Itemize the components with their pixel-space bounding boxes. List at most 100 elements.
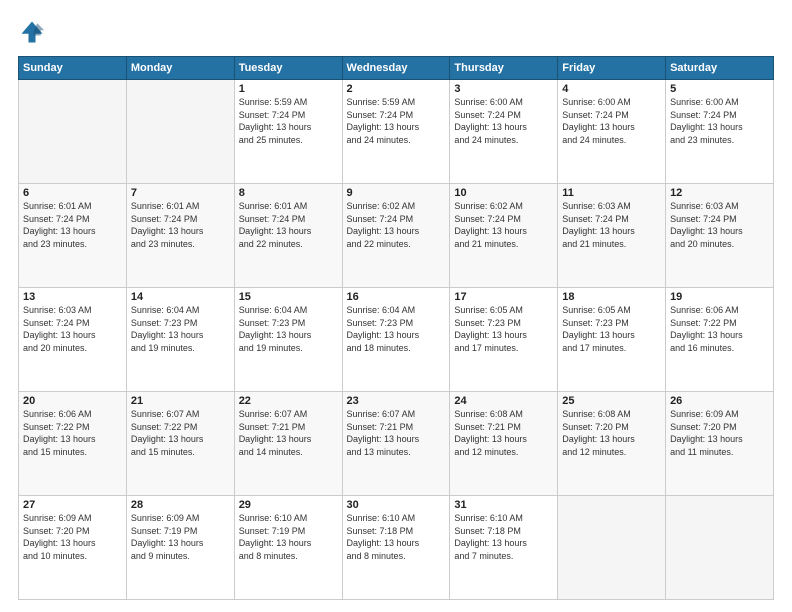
day-number: 27 [23, 499, 122, 511]
calendar-cell: 30Sunrise: 6:10 AM Sunset: 7:18 PM Dayli… [342, 496, 450, 600]
day-number: 8 [239, 187, 338, 199]
day-number: 4 [562, 83, 661, 95]
day-info: Sunrise: 5:59 AM Sunset: 7:24 PM Dayligh… [239, 96, 338, 146]
day-number: 17 [454, 291, 553, 303]
calendar-cell: 23Sunrise: 6:07 AM Sunset: 7:21 PM Dayli… [342, 392, 450, 496]
day-number: 6 [23, 187, 122, 199]
day-info: Sunrise: 6:06 AM Sunset: 7:22 PM Dayligh… [670, 304, 769, 354]
day-info: Sunrise: 6:03 AM Sunset: 7:24 PM Dayligh… [562, 200, 661, 250]
calendar-cell: 6Sunrise: 6:01 AM Sunset: 7:24 PM Daylig… [19, 184, 127, 288]
calendar-week-row: 20Sunrise: 6:06 AM Sunset: 7:22 PM Dayli… [19, 392, 774, 496]
logo-icon [18, 18, 46, 46]
logo [18, 18, 50, 46]
calendar-week-row: 1Sunrise: 5:59 AM Sunset: 7:24 PM Daylig… [19, 80, 774, 184]
calendar-cell: 17Sunrise: 6:05 AM Sunset: 7:23 PM Dayli… [450, 288, 558, 392]
calendar-cell: 29Sunrise: 6:10 AM Sunset: 7:19 PM Dayli… [234, 496, 342, 600]
calendar-cell: 4Sunrise: 6:00 AM Sunset: 7:24 PM Daylig… [558, 80, 666, 184]
calendar-cell: 5Sunrise: 6:00 AM Sunset: 7:24 PM Daylig… [666, 80, 774, 184]
day-number: 26 [670, 395, 769, 407]
calendar-cell: 14Sunrise: 6:04 AM Sunset: 7:23 PM Dayli… [126, 288, 234, 392]
calendar-cell: 28Sunrise: 6:09 AM Sunset: 7:19 PM Dayli… [126, 496, 234, 600]
calendar-cell: 21Sunrise: 6:07 AM Sunset: 7:22 PM Dayli… [126, 392, 234, 496]
calendar-cell: 11Sunrise: 6:03 AM Sunset: 7:24 PM Dayli… [558, 184, 666, 288]
calendar-cell: 26Sunrise: 6:09 AM Sunset: 7:20 PM Dayli… [666, 392, 774, 496]
calendar-week-row: 27Sunrise: 6:09 AM Sunset: 7:20 PM Dayli… [19, 496, 774, 600]
calendar-cell [19, 80, 127, 184]
day-number: 9 [347, 187, 446, 199]
calendar-table: SundayMondayTuesdayWednesdayThursdayFrid… [18, 56, 774, 600]
calendar-cell: 13Sunrise: 6:03 AM Sunset: 7:24 PM Dayli… [19, 288, 127, 392]
day-info: Sunrise: 6:10 AM Sunset: 7:18 PM Dayligh… [347, 512, 446, 562]
weekday-header-thursday: Thursday [450, 57, 558, 80]
day-number: 20 [23, 395, 122, 407]
calendar-cell: 12Sunrise: 6:03 AM Sunset: 7:24 PM Dayli… [666, 184, 774, 288]
calendar-cell: 19Sunrise: 6:06 AM Sunset: 7:22 PM Dayli… [666, 288, 774, 392]
day-number: 30 [347, 499, 446, 511]
day-info: Sunrise: 6:09 AM Sunset: 7:20 PM Dayligh… [23, 512, 122, 562]
calendar-cell: 31Sunrise: 6:10 AM Sunset: 7:18 PM Dayli… [450, 496, 558, 600]
calendar-week-row: 13Sunrise: 6:03 AM Sunset: 7:24 PM Dayli… [19, 288, 774, 392]
day-number: 24 [454, 395, 553, 407]
day-number: 12 [670, 187, 769, 199]
day-info: Sunrise: 6:07 AM Sunset: 7:22 PM Dayligh… [131, 408, 230, 458]
calendar-cell: 24Sunrise: 6:08 AM Sunset: 7:21 PM Dayli… [450, 392, 558, 496]
day-number: 31 [454, 499, 553, 511]
weekday-header-saturday: Saturday [666, 57, 774, 80]
day-info: Sunrise: 6:00 AM Sunset: 7:24 PM Dayligh… [562, 96, 661, 146]
day-number: 25 [562, 395, 661, 407]
weekday-header-monday: Monday [126, 57, 234, 80]
day-number: 10 [454, 187, 553, 199]
day-info: Sunrise: 6:09 AM Sunset: 7:20 PM Dayligh… [670, 408, 769, 458]
weekday-header-tuesday: Tuesday [234, 57, 342, 80]
day-number: 23 [347, 395, 446, 407]
calendar-cell: 16Sunrise: 6:04 AM Sunset: 7:23 PM Dayli… [342, 288, 450, 392]
weekday-header-sunday: Sunday [19, 57, 127, 80]
calendar-cell: 3Sunrise: 6:00 AM Sunset: 7:24 PM Daylig… [450, 80, 558, 184]
calendar-cell: 15Sunrise: 6:04 AM Sunset: 7:23 PM Dayli… [234, 288, 342, 392]
weekday-header-friday: Friday [558, 57, 666, 80]
calendar-cell: 18Sunrise: 6:05 AM Sunset: 7:23 PM Dayli… [558, 288, 666, 392]
day-info: Sunrise: 6:04 AM Sunset: 7:23 PM Dayligh… [239, 304, 338, 354]
weekday-header-wednesday: Wednesday [342, 57, 450, 80]
day-number: 15 [239, 291, 338, 303]
calendar-cell: 25Sunrise: 6:08 AM Sunset: 7:20 PM Dayli… [558, 392, 666, 496]
calendar-cell: 20Sunrise: 6:06 AM Sunset: 7:22 PM Dayli… [19, 392, 127, 496]
day-info: Sunrise: 6:01 AM Sunset: 7:24 PM Dayligh… [239, 200, 338, 250]
day-info: Sunrise: 6:02 AM Sunset: 7:24 PM Dayligh… [454, 200, 553, 250]
day-info: Sunrise: 6:01 AM Sunset: 7:24 PM Dayligh… [131, 200, 230, 250]
day-number: 11 [562, 187, 661, 199]
day-info: Sunrise: 6:02 AM Sunset: 7:24 PM Dayligh… [347, 200, 446, 250]
day-info: Sunrise: 6:07 AM Sunset: 7:21 PM Dayligh… [347, 408, 446, 458]
day-number: 18 [562, 291, 661, 303]
calendar-cell: 2Sunrise: 5:59 AM Sunset: 7:24 PM Daylig… [342, 80, 450, 184]
day-info: Sunrise: 6:05 AM Sunset: 7:23 PM Dayligh… [454, 304, 553, 354]
day-info: Sunrise: 6:06 AM Sunset: 7:22 PM Dayligh… [23, 408, 122, 458]
page: SundayMondayTuesdayWednesdayThursdayFrid… [0, 0, 792, 612]
day-info: Sunrise: 6:03 AM Sunset: 7:24 PM Dayligh… [23, 304, 122, 354]
day-number: 22 [239, 395, 338, 407]
day-info: Sunrise: 6:01 AM Sunset: 7:24 PM Dayligh… [23, 200, 122, 250]
day-info: Sunrise: 6:00 AM Sunset: 7:24 PM Dayligh… [454, 96, 553, 146]
day-info: Sunrise: 5:59 AM Sunset: 7:24 PM Dayligh… [347, 96, 446, 146]
day-number: 1 [239, 83, 338, 95]
calendar-cell: 22Sunrise: 6:07 AM Sunset: 7:21 PM Dayli… [234, 392, 342, 496]
calendar-cell [666, 496, 774, 600]
day-info: Sunrise: 6:08 AM Sunset: 7:20 PM Dayligh… [562, 408, 661, 458]
day-info: Sunrise: 6:09 AM Sunset: 7:19 PM Dayligh… [131, 512, 230, 562]
day-info: Sunrise: 6:04 AM Sunset: 7:23 PM Dayligh… [131, 304, 230, 354]
day-number: 19 [670, 291, 769, 303]
calendar-cell: 27Sunrise: 6:09 AM Sunset: 7:20 PM Dayli… [19, 496, 127, 600]
day-info: Sunrise: 6:04 AM Sunset: 7:23 PM Dayligh… [347, 304, 446, 354]
day-number: 3 [454, 83, 553, 95]
day-number: 5 [670, 83, 769, 95]
day-info: Sunrise: 6:10 AM Sunset: 7:18 PM Dayligh… [454, 512, 553, 562]
day-number: 14 [131, 291, 230, 303]
calendar-cell [126, 80, 234, 184]
calendar-cell: 8Sunrise: 6:01 AM Sunset: 7:24 PM Daylig… [234, 184, 342, 288]
day-info: Sunrise: 6:05 AM Sunset: 7:23 PM Dayligh… [562, 304, 661, 354]
day-info: Sunrise: 6:07 AM Sunset: 7:21 PM Dayligh… [239, 408, 338, 458]
day-number: 7 [131, 187, 230, 199]
calendar-cell [558, 496, 666, 600]
calendar-cell: 1Sunrise: 5:59 AM Sunset: 7:24 PM Daylig… [234, 80, 342, 184]
calendar-header-row: SundayMondayTuesdayWednesdayThursdayFrid… [19, 57, 774, 80]
